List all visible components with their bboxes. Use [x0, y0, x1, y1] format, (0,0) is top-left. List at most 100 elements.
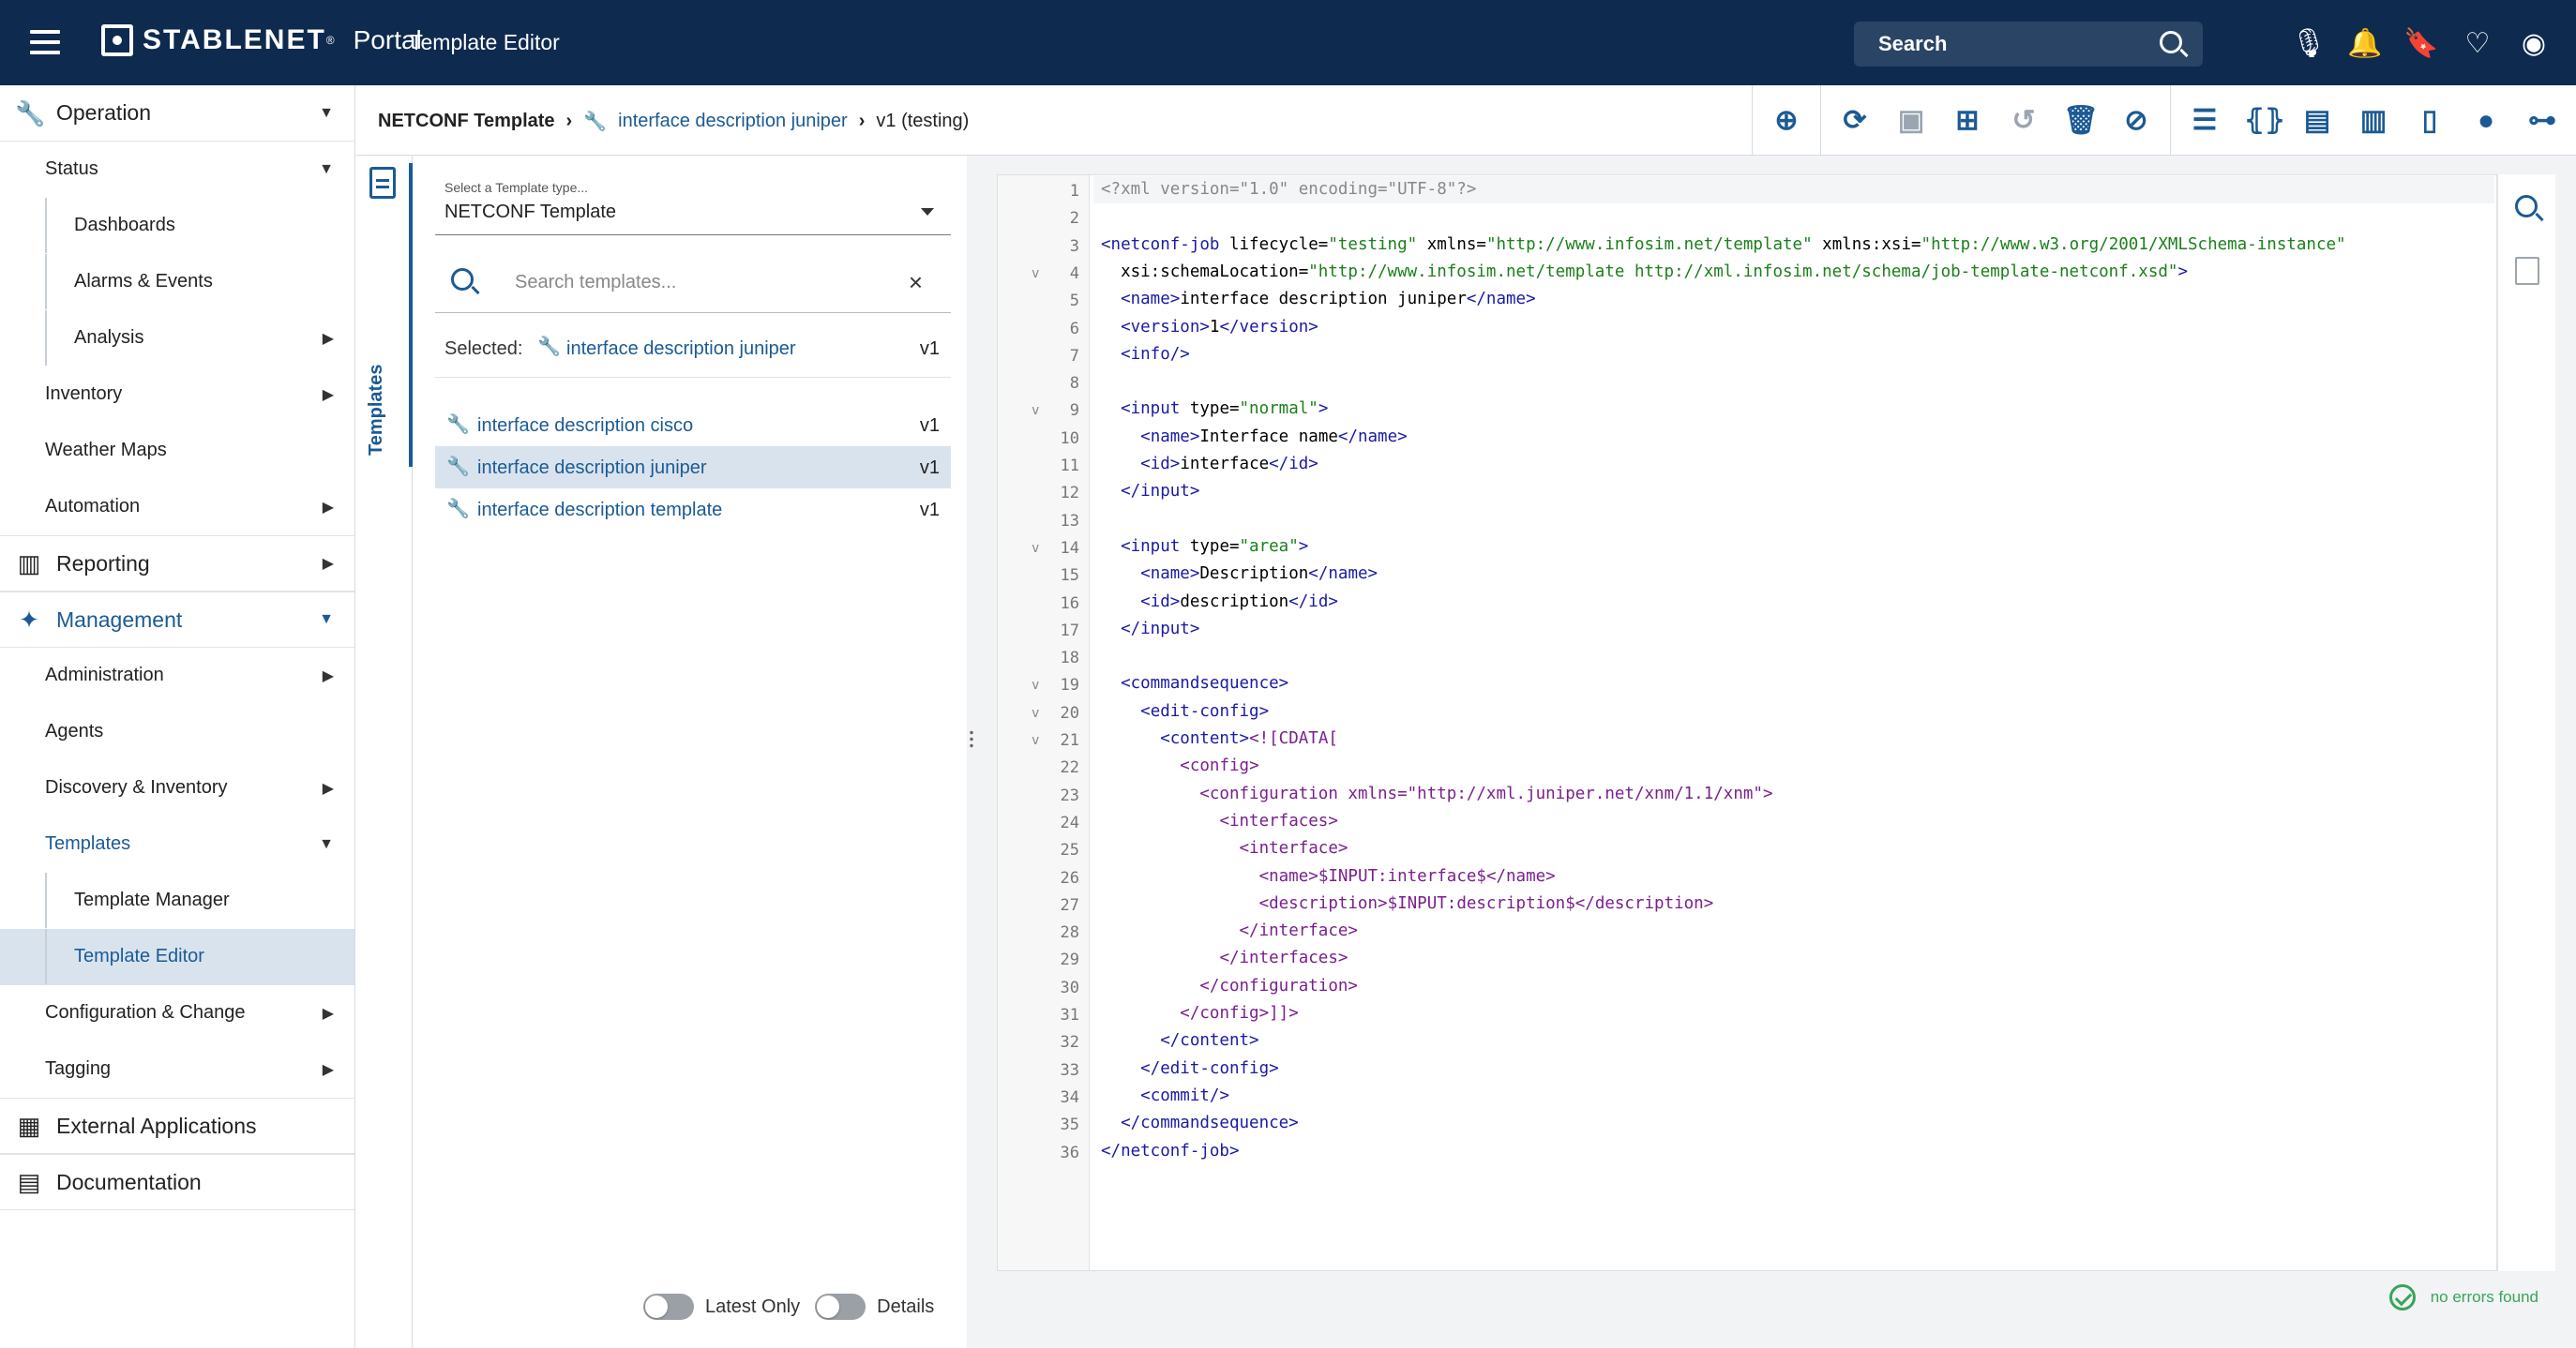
fold-chevron-icon[interactable]: v [1032, 266, 1039, 281]
fold-chevron-icon[interactable]: v [1032, 733, 1039, 748]
templates-side-tab[interactable]: Templates [356, 156, 413, 1348]
code-line[interactable]: <edit-config> [1101, 698, 1269, 726]
sidebar-item-tagging[interactable]: Tagging ▶ [0, 1041, 354, 1098]
code-line[interactable]: </interfaces> [1101, 945, 1348, 972]
chevron-down-icon[interactable]: ▼ [319, 105, 334, 122]
reload-icon[interactable]: ⟳ [1838, 104, 1872, 138]
panel-splitter[interactable] [967, 156, 976, 1348]
menu-icon[interactable] [30, 30, 60, 54]
variables-icon[interactable]: ⦃⦄ [2244, 104, 2285, 138]
sidebar-item-alarms-events[interactable]: Alarms & Events [0, 254, 354, 310]
disable-icon[interactable]: ⊘ [2119, 104, 2153, 138]
code-line[interactable]: <input type="normal"> [1101, 396, 1328, 423]
code-line[interactable]: <name>Description</name> [1101, 561, 1378, 588]
sidebar-item-administration[interactable]: Administration ▶ [0, 648, 354, 704]
chevron-down-icon[interactable]: ▼ [319, 161, 334, 178]
search-icon[interactable] [2515, 195, 2538, 217]
code-line[interactable]: </content> [1101, 1027, 1258, 1055]
global-search[interactable]: Search [1854, 22, 2203, 67]
code-line[interactable]: </interface> [1101, 918, 1358, 945]
code-line[interactable]: <commandsequence> [1101, 670, 1288, 697]
sidebar-item-reporting[interactable]: ▥ Reporting ▶ [0, 535, 354, 592]
selected-template-name[interactable]: interface description juniper [566, 338, 796, 360]
chevron-down-icon[interactable]: ▼ [319, 836, 334, 853]
sidebar-item-inventory[interactable]: Inventory ▶ [0, 367, 354, 423]
code-line[interactable]: </edit-config> [1101, 1056, 1279, 1083]
code-line[interactable]: <config> [1101, 753, 1258, 780]
delete-icon[interactable]: 🗑 [2063, 104, 2099, 138]
code-line[interactable]: <commit/> [1101, 1083, 1229, 1110]
chevron-right-icon[interactable]: ▶ [323, 667, 334, 685]
chevron-right-icon[interactable]: ▶ [323, 329, 334, 348]
sidebar-item-agents[interactable]: Agents [0, 704, 354, 760]
fold-chevron-icon[interactable]: v [1032, 541, 1039, 556]
translate-b-icon[interactable]: ▥ [2357, 104, 2390, 138]
chevron-right-icon[interactable]: ▶ [323, 554, 334, 573]
code-line[interactable]: xsi:schemaLocation="http://www.infosim.n… [1101, 259, 2188, 286]
hierarchy-icon[interactable]: ⊶ [2525, 104, 2559, 138]
chevron-right-icon[interactable]: ▶ [323, 1004, 334, 1023]
code-line[interactable]: </commandsequence> [1101, 1110, 1299, 1137]
clear-icon[interactable]: × [909, 268, 923, 297]
sidebar-item-documentation[interactable]: ▤ Documentation [0, 1154, 354, 1210]
drag-handle-icon[interactable] [970, 729, 973, 750]
sidebar-item-templates[interactable]: Templates ▼ [0, 816, 354, 873]
chevron-right-icon[interactable]: ▶ [323, 779, 334, 798]
chevron-down-icon[interactable]: ▼ [319, 611, 334, 628]
code-line[interactable]: <?xml version="1.0" encoding="UTF-8"?> [1093, 176, 2494, 203]
code-line[interactable]: <interfaces> [1101, 808, 1337, 835]
validate-document-icon[interactable] [2515, 257, 2539, 285]
chevron-down-icon[interactable] [921, 208, 934, 216]
code-editor[interactable]: 1 2 3 4 v 5 6 7 8 9 v 10 11 12 13 14 v 15 16 17 18 19 v 20 v 21 v 2… [997, 174, 2497, 1271]
stablenet-logo[interactable]: STABLENET ® Portal [101, 24, 422, 56]
code-line[interactable]: <input type="area"> [1101, 533, 1308, 561]
chevron-right-icon[interactable]: ▶ [323, 498, 334, 517]
hint-icon[interactable]: ● [2469, 104, 2503, 138]
fold-chevron-icon[interactable]: v [1032, 706, 1039, 721]
sidebar-item-weather-maps[interactable]: Weather Maps [0, 423, 354, 479]
sidebar-item-operation[interactable]: 🔧 Operation ▼ [0, 85, 354, 142]
code-line[interactable]: </netconf-job> [1101, 1138, 1240, 1165]
list-item[interactable]: 🔧 interface description cisco v1 [435, 404, 951, 446]
breadcrumb-template[interactable]: interface description juniper [618, 111, 848, 132]
code-line[interactable]: <description>$INPUT:description$</descri… [1101, 891, 1714, 918]
chevron-right-icon[interactable]: ▶ [323, 385, 334, 404]
code-line[interactable]: <content><![CDATA[ [1101, 726, 1338, 753]
user-icon[interactable]: ◉ [2516, 26, 2552, 62]
breadcrumb-root[interactable]: NETCONF Template [378, 111, 555, 132]
sidebar-item-dashboards[interactable]: Dashboards [0, 198, 354, 254]
fold-chevron-icon[interactable]: v [1032, 678, 1039, 693]
save-icon[interactable]: ▣ [1894, 104, 1928, 138]
sidebar-item-template-editor[interactable]: Template Editor [0, 929, 354, 985]
code-line[interactable]: <interface> [1101, 835, 1348, 862]
code-line[interactable]: <name>Interface name</name> [1101, 424, 1408, 451]
list-item[interactable]: 🔧 interface description juniper v1 [435, 446, 951, 488]
code-line[interactable]: </configuration> [1101, 973, 1358, 1000]
sidebar-item-analysis[interactable]: Analysis ▶ [0, 310, 354, 367]
sidebar-item-automation[interactable]: Automation ▶ [0, 479, 354, 535]
add-icon[interactable]: ⊕ [1770, 104, 1803, 138]
code-line[interactable]: <id>description</id> [1101, 589, 1338, 616]
health-icon[interactable]: ♡ [2460, 26, 2495, 62]
code-line[interactable]: <version>1</version> [1101, 314, 1318, 341]
revert-icon[interactable]: ↺ [2007, 104, 2041, 138]
chevron-right-icon[interactable]: ▶ [323, 1060, 334, 1079]
code-line[interactable]: </input> [1101, 616, 1199, 643]
code-line[interactable]: </config>]]> [1101, 1000, 1298, 1027]
bookmark-icon[interactable]: 🔖 [2403, 26, 2439, 62]
sidebar-item-template-manager[interactable]: Template Manager [0, 873, 354, 929]
alarm-icon[interactable]: 🔔 [2347, 26, 2383, 62]
list-item[interactable]: 🔧 interface description template v1 [435, 488, 951, 531]
sidebar-item-configuration-change[interactable]: Configuration & Change ▶ [0, 985, 354, 1041]
format-icon[interactable]: ☰ [2188, 104, 2222, 138]
template-type-select[interactable]: NETCONF Template [444, 202, 616, 223]
book-icon[interactable]: ▯ [2413, 104, 2447, 138]
sidebar-item-discovery-inventory[interactable]: Discovery & Inventory ▶ [0, 760, 354, 816]
sidebar-item-external-applications[interactable]: ▦ External Applications [0, 1098, 354, 1154]
microphone-icon[interactable]: 🎙 [2291, 26, 2327, 62]
code-line[interactable]: <id>interface</id> [1101, 451, 1318, 478]
translate-a-icon[interactable]: ▤ [2300, 104, 2334, 138]
code-line[interactable]: </input> [1101, 478, 1199, 505]
code-line[interactable]: <configuration xmlns="http://xml.juniper… [1101, 781, 1772, 808]
sidebar-item-status[interactable]: Status ▼ [0, 142, 354, 198]
